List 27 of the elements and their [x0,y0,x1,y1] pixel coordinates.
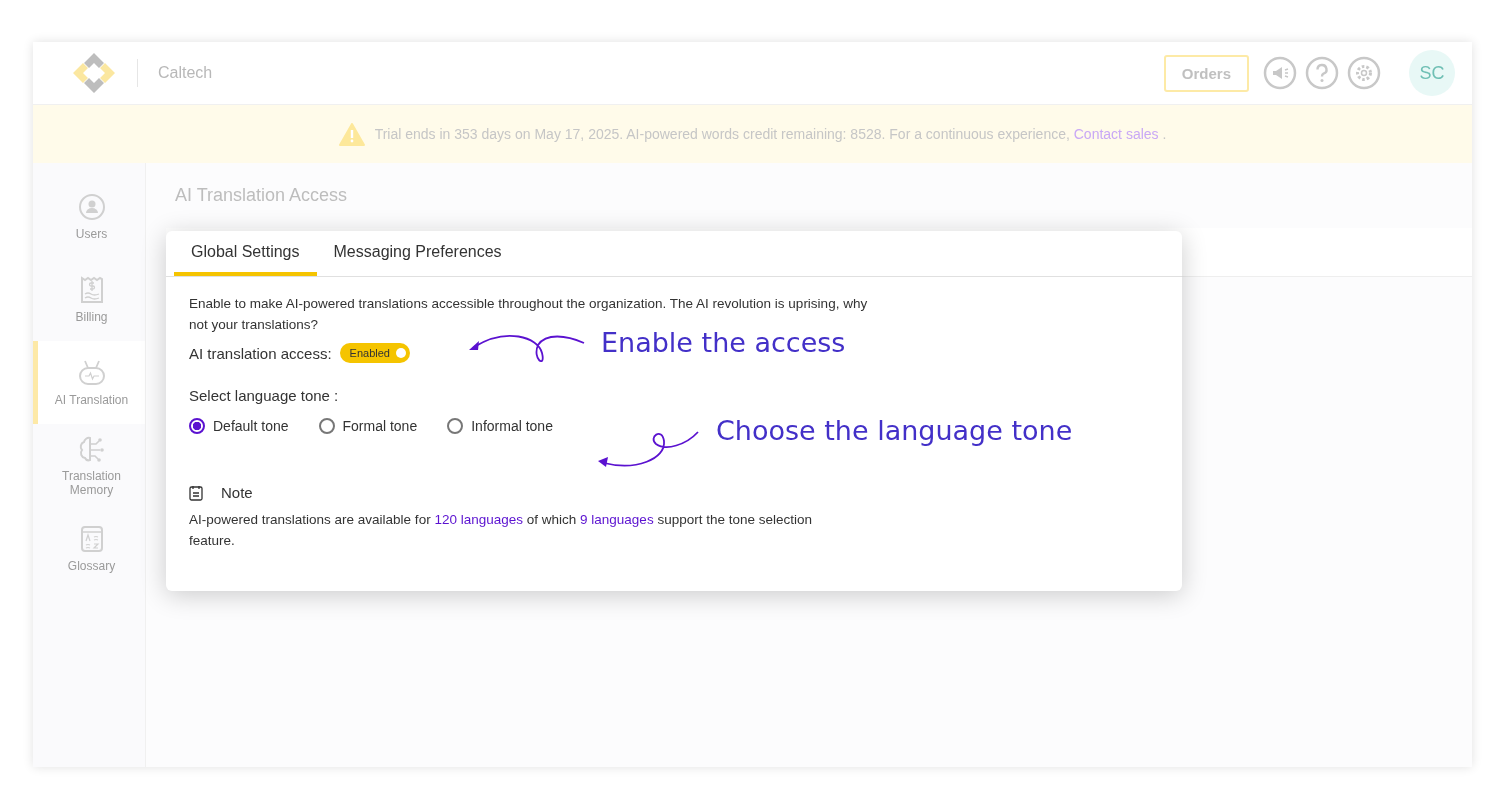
access-toggle[interactable]: Enabled [339,343,410,363]
tone-radio[interactable]: Informal tone [447,418,553,434]
book-icon [79,524,104,553]
tone-radio[interactable]: Formal tone [318,418,418,434]
radio-circle[interactable] [189,418,205,434]
annotation-text: Choose the language tone [716,415,1073,446]
tab[interactable]: Messaging Preferences [316,231,519,276]
organization-name: Caltech [158,64,213,82]
tab[interactable]: Global Settings [174,231,317,276]
note-title: Note [221,484,253,501]
languages-link[interactable]: 9 languages [580,512,654,527]
radio-circle[interactable] [318,418,335,434]
logo-icon [71,51,117,95]
note-text: AI-powered translations are available for 120 languages of which 9 languages support the tone selection feature. [189,511,813,550]
page-title: AI Translation Access [174,184,349,207]
radio-circle[interactable] [447,418,464,434]
trial-message: Trial ends in 353 days on May 17, 2025. AI-powered words credit remaining: 8528. For a continuous experience, Contact sales . [374,126,1167,142]
clipboard-icon [189,484,203,501]
access-label: AI translation access: [189,344,332,362]
receipt-icon [79,275,104,304]
tone-label: Select language tone : [189,387,340,404]
brain-icon [77,434,106,463]
robot-icon [76,358,107,387]
user-icon [77,192,106,221]
tone-radio[interactable]: Default tone [189,418,289,434]
languages-link[interactable]: 120 languages [434,512,523,527]
warning-icon [338,122,365,146]
